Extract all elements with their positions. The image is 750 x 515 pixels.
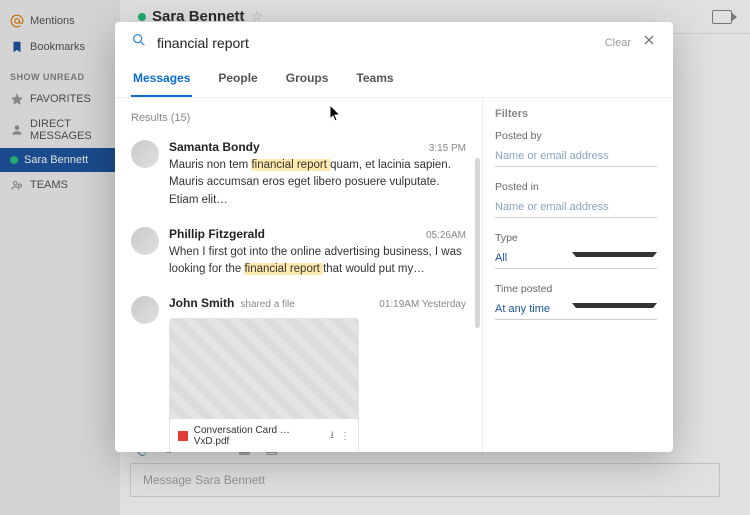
file-name: Conversation Card … VxD.pdf bbox=[194, 425, 325, 447]
search-modal: Clear Messages People Groups Teams Resul… bbox=[115, 22, 673, 452]
result-snippet: When I first got into the online adverti… bbox=[169, 244, 466, 279]
result-timestamp: 05:26AM bbox=[426, 230, 466, 241]
result-timestamp: 01:19AM Yesterday bbox=[379, 299, 466, 310]
search-tabs: Messages People Groups Teams bbox=[115, 63, 673, 98]
cursor-icon bbox=[329, 104, 343, 122]
filter-type-select[interactable]: All bbox=[495, 248, 657, 269]
file-thumbnail bbox=[170, 319, 358, 419]
download-icon[interactable]: ⭳ bbox=[331, 428, 335, 445]
result-snippet: Mauris non tem financial report quam, et… bbox=[169, 157, 466, 209]
chevron-down-icon bbox=[572, 252, 657, 265]
result-meta: shared a file bbox=[240, 299, 294, 310]
close-icon[interactable] bbox=[641, 32, 657, 53]
filter-type-label: Type bbox=[495, 232, 657, 244]
avatar bbox=[131, 140, 159, 168]
results-count: Results (15) bbox=[115, 106, 482, 130]
filters-title: Filters bbox=[495, 108, 657, 120]
result-author: Phillip Fitzgerald bbox=[169, 227, 265, 241]
filter-posted-by-label: Posted by bbox=[495, 130, 657, 142]
tab-people[interactable]: People bbox=[216, 63, 259, 97]
result-row[interactable]: John Smith shared a file 01:19AM Yesterd… bbox=[115, 286, 482, 452]
filter-time-select[interactable]: At any time bbox=[495, 299, 657, 320]
clear-button[interactable]: Clear bbox=[605, 37, 631, 49]
tab-messages[interactable]: Messages bbox=[131, 63, 192, 97]
search-results[interactable]: Results (15) Samanta Bondy 3:15 PM Mauri… bbox=[115, 98, 483, 452]
result-row[interactable]: Samanta Bondy 3:15 PM Mauris non tem fin… bbox=[115, 130, 482, 217]
scrollbar[interactable] bbox=[475, 158, 480, 328]
avatar bbox=[131, 296, 159, 324]
tab-teams[interactable]: Teams bbox=[354, 63, 395, 97]
search-icon bbox=[131, 32, 147, 53]
result-row[interactable]: Phillip Fitzgerald 05:26AM When I first … bbox=[115, 217, 482, 287]
search-input[interactable] bbox=[157, 35, 595, 51]
filter-posted-by-input[interactable] bbox=[495, 146, 657, 167]
filters-panel: Filters Posted by Posted in Type All Tim… bbox=[483, 98, 673, 452]
file-attachment[interactable]: Conversation Card … VxD.pdf ⭳ ⋮ 3.8 Mb bbox=[169, 318, 359, 452]
pdf-icon bbox=[178, 431, 188, 441]
result-author: Samanta Bondy bbox=[169, 140, 260, 154]
tab-groups[interactable]: Groups bbox=[284, 63, 331, 97]
avatar bbox=[131, 227, 159, 255]
result-timestamp: 3:15 PM bbox=[429, 143, 466, 154]
filter-posted-in-input[interactable] bbox=[495, 197, 657, 218]
result-author: John Smith bbox=[169, 296, 234, 310]
filter-time-label: Time posted bbox=[495, 283, 657, 295]
chevron-down-icon bbox=[572, 303, 657, 316]
more-icon[interactable]: ⋮ bbox=[340, 431, 350, 442]
filter-posted-in-label: Posted in bbox=[495, 181, 657, 193]
